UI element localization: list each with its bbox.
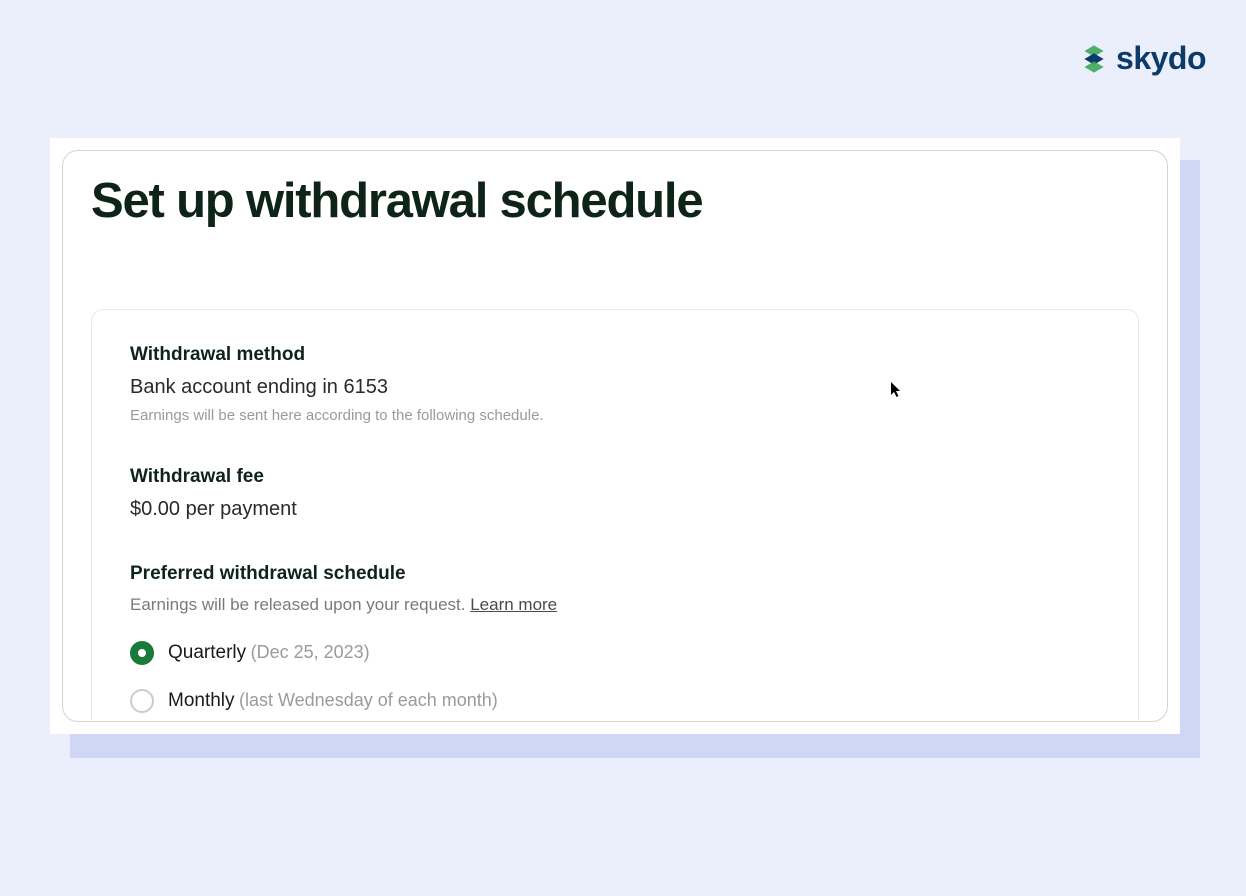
withdrawal-fee-label: Withdrawal fee xyxy=(130,466,1100,488)
learn-more-link[interactable]: Learn more xyxy=(470,595,557,614)
radio-label: Quarterly xyxy=(168,642,246,663)
radio-note: (last Wednesday of each month) xyxy=(239,690,498,710)
page-title: Set up withdrawal schedule xyxy=(91,173,1139,229)
schedule-description-text: Earnings will be released upon your requ… xyxy=(130,595,470,614)
radio-text-group: Monthly (last Wednesday of each month) xyxy=(168,690,498,712)
schedule-label: Preferred withdrawal schedule xyxy=(130,563,1100,585)
radio-note: (Dec 25, 2023) xyxy=(251,642,370,662)
withdrawal-method-value: Bank account ending in 6153 xyxy=(130,376,1100,399)
main-card: Set up withdrawal schedule Withdrawal me… xyxy=(50,138,1180,734)
schedule-option-monthly[interactable]: Monthly (last Wednesday of each month) xyxy=(130,689,1100,713)
brand-logo: skydo xyxy=(1078,40,1206,77)
brand-logo-text: skydo xyxy=(1116,40,1206,77)
inner-panel: Set up withdrawal schedule Withdrawal me… xyxy=(62,150,1168,722)
withdrawal-method-section: Withdrawal method Bank account ending in… xyxy=(130,344,1100,424)
radio-icon xyxy=(130,689,154,713)
withdrawal-fee-section: Withdrawal fee $0.00 per payment xyxy=(130,466,1100,521)
schedule-section: Preferred withdrawal schedule Earnings w… xyxy=(130,563,1100,713)
radio-text-group: Quarterly (Dec 25, 2023) xyxy=(168,642,370,664)
cursor-icon xyxy=(891,382,903,401)
radio-label: Monthly xyxy=(168,690,235,711)
skydo-logo-icon xyxy=(1078,43,1110,75)
withdrawal-fee-value: $0.00 per payment xyxy=(130,498,1100,521)
schedule-option-quarterly[interactable]: Quarterly (Dec 25, 2023) xyxy=(130,641,1100,665)
radio-icon xyxy=(130,641,154,665)
withdrawal-method-label: Withdrawal method xyxy=(130,344,1100,366)
content-card: Withdrawal method Bank account ending in… xyxy=(91,309,1139,722)
schedule-description: Earnings will be released upon your requ… xyxy=(130,595,1100,615)
withdrawal-method-hint: Earnings will be sent here according to … xyxy=(130,407,1100,424)
